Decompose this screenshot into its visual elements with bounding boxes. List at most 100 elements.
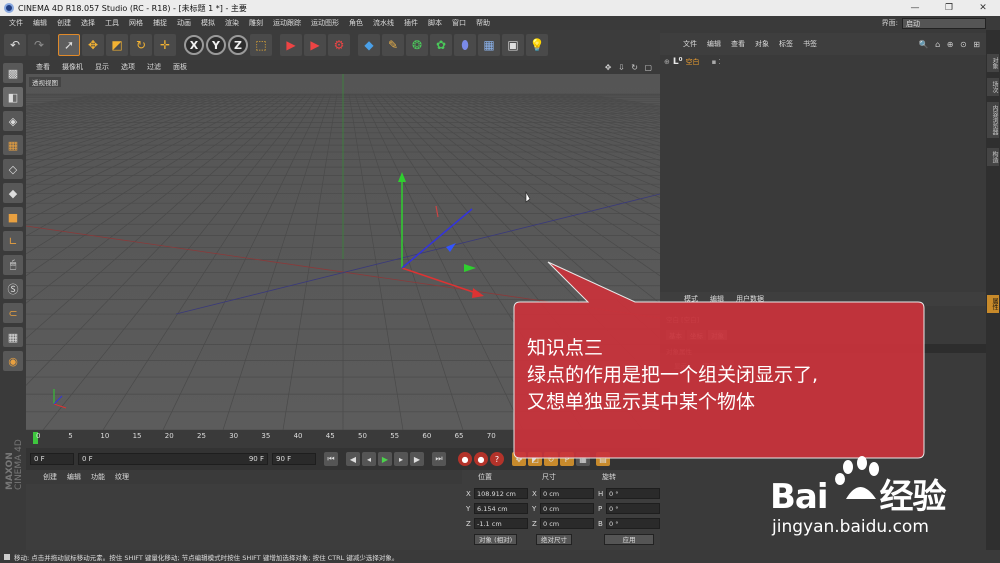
autokey-icon[interactable]: ● [474, 452, 488, 466]
position-key-icon[interactable]: ✥ [512, 452, 526, 466]
next-frame-icon[interactable]: ▸ [394, 452, 408, 466]
y-axis-lock-icon[interactable]: Y [206, 35, 226, 55]
position-x-field[interactable]: 108.912 cm [474, 488, 528, 499]
viewport-menu-display[interactable]: 显示 [89, 62, 115, 72]
menu-motion-tracking[interactable]: 运动跟踪 [268, 18, 306, 28]
menu-plugins[interactable]: 插件 [399, 18, 423, 28]
move-icon[interactable]: ✥ [82, 34, 104, 56]
object-menu-file[interactable]: 文件 [678, 39, 702, 49]
tweak-mode-icon[interactable]: 🖱 [3, 255, 23, 275]
minimize-button[interactable]: — [898, 3, 932, 13]
cube-icon[interactable]: ◆ [358, 34, 380, 56]
attr-menu-userdata[interactable]: 用户数据 [730, 294, 770, 304]
object-name[interactable]: 空白 [686, 57, 700, 67]
z-axis-lock-icon[interactable]: Z [228, 35, 248, 55]
side-tab-takes[interactable]: 场次 [987, 78, 999, 96]
go-to-end-icon[interactable]: ⏭ [432, 452, 446, 466]
end-frame-field[interactable]: 90 F [272, 453, 316, 465]
visibility-dots-icon[interactable]: ▪ ⁚ [712, 58, 721, 66]
object-manager-tool-icons[interactable]: 🔍 ⌂ ⊕ ⊙ ⊞ [919, 40, 982, 49]
texture-mode-icon[interactable]: ◈ [3, 111, 23, 131]
redo-icon[interactable]: ↷ [28, 34, 50, 56]
material-menu-create[interactable]: 创建 [38, 472, 62, 482]
prev-key-icon[interactable]: ◀ [346, 452, 360, 466]
model-mode-icon[interactable]: ◧ [3, 87, 23, 107]
parameter-key-icon[interactable]: P [560, 452, 574, 466]
viewport-menu-view[interactable]: 查看 [30, 62, 56, 72]
side-tab-structure[interactable]: 构造 [987, 148, 999, 166]
axis-mode-icon[interactable]: ∟ [3, 231, 23, 251]
current-frame-field[interactable]: 0 F [30, 453, 74, 465]
coordinate-system-icon[interactable]: ⬚ [250, 34, 272, 56]
object-menu-objects[interactable]: 对象 [750, 39, 774, 49]
expand-icon[interactable]: ⊕ [664, 58, 670, 66]
undo-icon[interactable]: ↶ [4, 34, 26, 56]
rotation-b-field[interactable]: 0 ° [606, 518, 660, 529]
menu-simulate[interactable]: 模拟 [196, 18, 220, 28]
side-tab-objects[interactable]: 对象 [987, 54, 999, 72]
menu-script[interactable]: 脚本 [423, 18, 447, 28]
object-menu-view[interactable]: 查看 [726, 39, 750, 49]
coordinate-mode-dropdown[interactable]: 对象 (相对) [474, 534, 518, 545]
timeline-ruler[interactable]: 0 5 10 15 20 25 30 35 40 45 50 55 60 65 70 [26, 430, 660, 448]
menu-help[interactable]: 帮助 [471, 18, 495, 28]
subdivision-icon[interactable]: ❂ [406, 34, 428, 56]
menu-character[interactable]: 角色 [344, 18, 368, 28]
light-icon[interactable]: 💡 [526, 34, 548, 56]
attr-menu-mode[interactable]: 模式 [678, 294, 704, 304]
viewport-menu-filter[interactable]: 过滤 [141, 62, 167, 72]
menu-animate[interactable]: 动画 [172, 18, 196, 28]
deformer-icon[interactable]: ⬮ [454, 34, 476, 56]
menu-create[interactable]: 创建 [52, 18, 76, 28]
size-y-field[interactable]: 0 cm [540, 503, 594, 514]
rotation-key-icon[interactable]: ↻ [544, 452, 558, 466]
menu-edit[interactable]: 编辑 [28, 18, 52, 28]
menu-mograph[interactable]: 运动图形 [306, 18, 344, 28]
menu-file[interactable]: 文件 [4, 18, 28, 28]
object-menu-tags[interactable]: 标签 [774, 39, 798, 49]
size-x-field[interactable]: 0 cm [540, 488, 594, 499]
menu-window[interactable]: 窗口 [447, 18, 471, 28]
restore-button[interactable]: ❐ [932, 3, 966, 13]
array-icon[interactable]: ✿ [430, 34, 452, 56]
position-y-field[interactable]: 6.154 cm [474, 503, 528, 514]
rotate-icon[interactable]: ↻ [130, 34, 152, 56]
frame-range-slider[interactable]: 0 F 90 F [78, 453, 268, 465]
viewport-menu-panel[interactable]: 面板 [167, 62, 193, 72]
rotation-p-field[interactable]: 0 ° [606, 503, 660, 514]
viewport-menu-cameras[interactable]: 摄像机 [56, 62, 89, 72]
render-view-icon[interactable]: ▶ [280, 34, 302, 56]
go-to-start-icon[interactable]: ⏮ [324, 452, 338, 466]
apply-button[interactable]: 应用 [604, 534, 654, 545]
viewport-navigation-icons[interactable]: ✥ ⇩ ↻ ▢ [605, 63, 654, 72]
side-tab-content-browser[interactable]: 内容浏览器 [987, 102, 999, 138]
object-menu-edit[interactable]: 编辑 [702, 39, 726, 49]
object-menu-bookmarks[interactable]: 书签 [798, 39, 822, 49]
object-row[interactable]: ⊕ L⁰ 空白 ▪ ⁚ [664, 57, 721, 67]
size-mode-dropdown[interactable]: 绝对尺寸 [536, 534, 572, 545]
menu-pipeline[interactable]: 流水线 [368, 18, 399, 28]
point-level-icon[interactable]: ▦ [576, 452, 590, 466]
record-keys-icon[interactable]: ● [458, 452, 472, 466]
live-select-icon[interactable]: ✛ [154, 34, 176, 56]
polygons-mode-icon[interactable]: ■ [3, 207, 23, 227]
prev-frame-icon[interactable]: ◂ [362, 452, 376, 466]
layout-dropdown[interactable]: 启动 [902, 17, 986, 29]
material-menu-edit[interactable]: 编辑 [62, 472, 86, 482]
magnet-icon[interactable]: ⊂ [3, 303, 23, 323]
material-menu-texture[interactable]: 纹理 [110, 472, 134, 482]
workplane-icon[interactable]: ▦ [3, 135, 23, 155]
menu-select[interactable]: 选择 [76, 18, 100, 28]
close-button[interactable]: ✕ [966, 3, 1000, 13]
menu-render[interactable]: 渲染 [220, 18, 244, 28]
scale-icon[interactable]: ◩ [106, 34, 128, 56]
menu-snap[interactable]: 捕捉 [148, 18, 172, 28]
material-menu-function[interactable]: 功能 [86, 472, 110, 482]
timeline-window-icon[interactable]: ▤ [596, 452, 610, 466]
attr-menu-edit[interactable]: 编辑 [704, 294, 730, 304]
keyframe-selection-icon[interactable]: ? [490, 452, 504, 466]
pen-spline-icon[interactable]: ✎ [382, 34, 404, 56]
render-picture-viewer-icon[interactable]: ▶ [304, 34, 326, 56]
floor-icon[interactable]: ▦ [478, 34, 500, 56]
x-axis-lock-icon[interactable]: X [184, 35, 204, 55]
